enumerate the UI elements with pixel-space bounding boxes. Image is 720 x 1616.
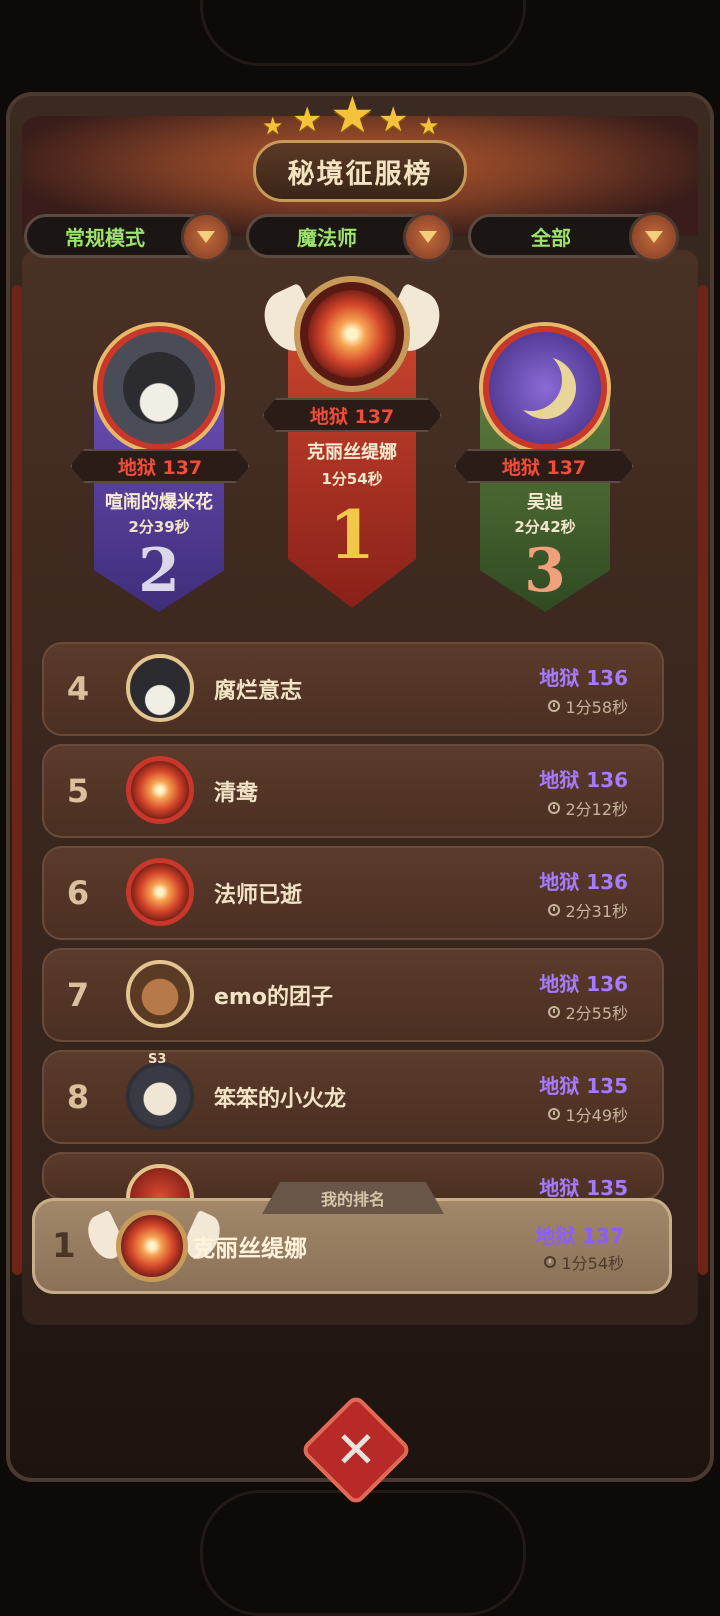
row-rank: 7 <box>66 976 90 1014</box>
star-icon: ★ <box>378 100 409 140</box>
row-time: 2分31秒 <box>548 898 628 922</box>
row-player-name: 腐烂意志 <box>214 679 303 704</box>
star-icon: ★ <box>262 112 284 140</box>
clock-icon <box>548 1006 561 1018</box>
player-avatar <box>97 326 221 450</box>
row-player-name: 法师已逝 <box>214 883 303 908</box>
fire-swirl-icon <box>308 290 396 378</box>
row-time: 2分12秒 <box>548 796 628 820</box>
clock-icon <box>548 802 561 814</box>
hooded-sheep-avatar-icon <box>126 654 194 722</box>
podium-rank-number: 1 <box>329 496 375 574</box>
mode-filter-label: 常规模式 <box>65 225 145 250</box>
fire-swirl-icon <box>126 756 194 824</box>
close-icon: ✕ <box>335 1421 377 1479</box>
podium-player-name: 喧闹的爆米花 <box>105 492 213 513</box>
background-ornament <box>200 0 526 66</box>
podium-rank-number: 3 <box>524 536 566 606</box>
row-score: 地狱 136 <box>539 870 628 894</box>
row-player-name: 清鸯 <box>214 781 259 806</box>
row-score: 地狱 135 <box>539 1176 628 1200</box>
row-score: 地狱 135 <box>539 1074 628 1098</box>
clock-icon <box>548 1108 561 1120</box>
page-title: 秘境征服榜 <box>253 140 467 202</box>
row-rank: 8 <box>66 1078 90 1116</box>
row-player-name: 笨笨的小火龙 <box>214 1087 347 1112</box>
leaderboard-row[interactable]: 6 法师已逝 地狱 136 2分31秒 <box>42 846 664 940</box>
row-player-name: 烈星 <box>214 1172 258 1200</box>
podium-player-name: 克丽丝缇娜 <box>307 442 397 463</box>
podium-rank-number: 2 <box>138 536 180 606</box>
hooded-sheep-avatar-icon <box>123 352 195 424</box>
podium-score: 地狱 137 <box>70 449 250 483</box>
row-rank: 6 <box>66 874 90 912</box>
star-icon: ★ <box>292 100 323 140</box>
my-score: 地狱 137 <box>535 1224 624 1248</box>
my-rank-tab: 我的排名 <box>262 1182 444 1214</box>
podium-score: 地狱 137 <box>262 398 442 432</box>
row-rank: 5 <box>66 772 90 810</box>
leaderboard-row[interactable]: 8 S3 笨笨的小火龙 地狱 135 1分49秒 <box>42 1050 664 1144</box>
red-beast-avatar-icon <box>126 1164 194 1200</box>
bear-avatar-icon <box>126 960 194 1028</box>
player-avatar <box>294 276 410 392</box>
dropdown-arrow-icon[interactable] <box>629 212 679 262</box>
left-rail <box>12 285 22 1275</box>
sheep-avatar-icon <box>126 1062 194 1130</box>
leaderboard-row[interactable]: 5 清鸯 地狱 136 2分12秒 <box>42 744 664 838</box>
mode-filter[interactable]: 常规模式 <box>24 212 231 262</box>
leaderboard-row[interactable]: 7 emo的团子 地狱 136 2分55秒 <box>42 948 664 1042</box>
scope-filter[interactable]: 全部 <box>468 212 679 262</box>
star-icon: ★ <box>330 86 375 144</box>
my-rank-number: 1 <box>52 1226 76 1266</box>
clock-icon <box>548 700 561 712</box>
dropdown-arrow-icon[interactable] <box>403 212 453 262</box>
clock-icon <box>544 1256 557 1268</box>
row-time: 1分58秒 <box>548 694 628 718</box>
class-filter[interactable]: 魔法师 <box>246 212 453 262</box>
row-score: 地狱 136 <box>539 666 628 690</box>
scope-filter-label: 全部 <box>531 225 571 250</box>
dropdown-arrow-icon[interactable] <box>181 212 231 262</box>
fire-swirl-icon <box>116 1210 188 1282</box>
moon-icon <box>514 357 576 419</box>
row-rank: 4 <box>66 670 90 708</box>
podium-time: 2分42秒 <box>514 518 576 536</box>
row-time: 2分55秒 <box>548 1000 628 1024</box>
fire-swirl-icon <box>126 858 194 926</box>
right-rail <box>698 285 708 1275</box>
star-icon: ★ <box>418 112 440 140</box>
background-ornament <box>200 1490 526 1616</box>
row-score: 地狱 136 <box>539 768 628 792</box>
class-filter-label: 魔法师 <box>297 225 357 250</box>
season-badge: S3 <box>148 1052 167 1067</box>
row-score: 地狱 136 <box>539 972 628 996</box>
podium-time: 1分54秒 <box>321 470 383 488</box>
row-player-name: emo的团子 <box>214 985 333 1010</box>
row-time: 1分49秒 <box>548 1102 628 1126</box>
clock-icon <box>548 904 561 916</box>
player-avatar <box>483 326 607 450</box>
my-time: 1分54秒 <box>544 1250 624 1274</box>
podium-score: 地狱 137 <box>454 449 634 483</box>
row-rank: 9 <box>60 1172 96 1200</box>
leaderboard-row[interactable]: 4 腐烂意志 地狱 136 1分58秒 <box>42 642 664 736</box>
podium-time: 2分39秒 <box>128 518 190 536</box>
star-rating-icons: ★ ★ ★ ★ ★ <box>0 86 720 144</box>
podium-player-name: 吴迪 <box>527 492 563 513</box>
